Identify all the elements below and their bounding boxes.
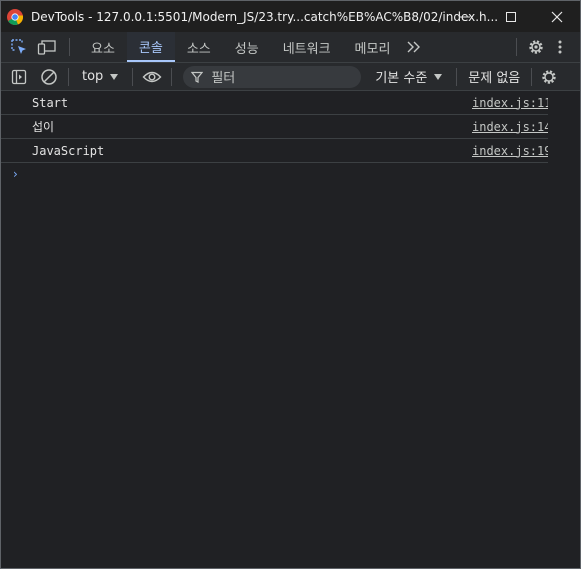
device-toolbar-button[interactable] — [35, 35, 59, 59]
inspect-icon — [11, 39, 26, 54]
message-text: 섭이 — [32, 120, 55, 134]
tab-console[interactable]: 콘솔 — [126, 32, 175, 62]
toolbar-divider — [69, 38, 70, 56]
toolbar-divider — [132, 67, 134, 86]
minimize-button[interactable] — [442, 1, 488, 32]
toolbar-divider — [516, 38, 517, 56]
toolbar-divider — [531, 67, 533, 86]
message-text: JavaScript — [32, 143, 105, 158]
tab-performance[interactable]: 성능 — [223, 32, 271, 62]
console-toolbar: top 필터 기본 수준 문제 없음 — [1, 63, 580, 91]
title-bar: DevTools - 127.0.0.1:5501/Modern_JS/23.t… — [1, 1, 580, 32]
message-source-link[interactable]: index.js:19 — [472, 144, 548, 158]
window-title: DevTools - 127.0.0.1:5501/Modern_JS/23.t… — [31, 9, 499, 24]
live-expression-button[interactable] — [140, 65, 164, 89]
devtools-window: DevTools - 127.0.0.1:5501/Modern_JS/23.t… — [0, 0, 581, 569]
settings-button[interactable] — [524, 35, 548, 59]
close-icon — [551, 11, 563, 22]
toolbar-divider — [171, 67, 173, 86]
console-prompt[interactable]: › — [1, 163, 580, 185]
sidebar-toggle-button[interactable] — [7, 65, 31, 89]
context-label: top — [82, 69, 104, 84]
toolbar-divider — [456, 67, 458, 86]
gear-icon — [542, 69, 556, 84]
prompt-chevron-icon: › — [13, 167, 18, 181]
chrome-icon — [7, 8, 24, 25]
console-settings-button[interactable] — [537, 65, 561, 89]
log-levels-dropdown[interactable]: 기본 수준 — [369, 67, 449, 86]
message-source-link[interactable]: index.js:14 — [472, 120, 548, 134]
maximize-button[interactable] — [488, 1, 534, 32]
gear-icon — [529, 40, 543, 54]
tab-elements[interactable]: 요소 — [79, 32, 127, 62]
console-message: Start index.js:11 — [1, 91, 548, 115]
filter-icon — [191, 71, 204, 83]
caret-down-icon — [434, 73, 443, 80]
close-button[interactable] — [534, 1, 580, 32]
tab-memory[interactable]: 메모리 — [343, 32, 403, 62]
clear-icon — [41, 68, 57, 85]
vertical-ellipsis-icon — [558, 40, 562, 54]
inspect-element-button[interactable] — [7, 35, 31, 59]
more-tabs-button[interactable] — [402, 35, 426, 59]
console-message: 섭이 index.js:14 — [1, 115, 548, 139]
eye-icon — [142, 71, 162, 82]
filter-input[interactable]: 필터 — [183, 65, 362, 88]
clear-console-button[interactable] — [37, 65, 61, 89]
message-text: Start — [32, 95, 69, 110]
toolbar-divider — [68, 67, 69, 86]
context-selector[interactable]: top — [76, 69, 125, 84]
device-mode-icon — [37, 40, 56, 55]
console-messages: Start index.js:11 섭이 index.js:14 JavaScr… — [1, 91, 580, 185]
tab-sources[interactable]: 소스 — [175, 32, 223, 62]
issues-counter[interactable]: 문제 없음 — [464, 67, 524, 86]
window-controls — [442, 1, 580, 32]
tab-network[interactable]: 네트워크 — [271, 32, 343, 62]
log-levels-label: 기본 수준 — [375, 71, 428, 86]
sidebar-icon — [11, 69, 27, 84]
caret-down-icon — [110, 73, 119, 80]
customize-menu-button[interactable] — [548, 35, 572, 59]
double-chevron-right-icon — [407, 41, 421, 53]
filter-placeholder: 필터 — [211, 71, 236, 86]
devtools-tab-bar: 요소 콘솔 소스 성능 네트워크 메모리 — [1, 32, 580, 63]
minimize-icon — [460, 16, 470, 17]
maximize-icon — [506, 11, 516, 22]
message-source-link[interactable]: index.js:11 — [472, 96, 548, 110]
console-message: JavaScript index.js:19 — [1, 139, 548, 163]
